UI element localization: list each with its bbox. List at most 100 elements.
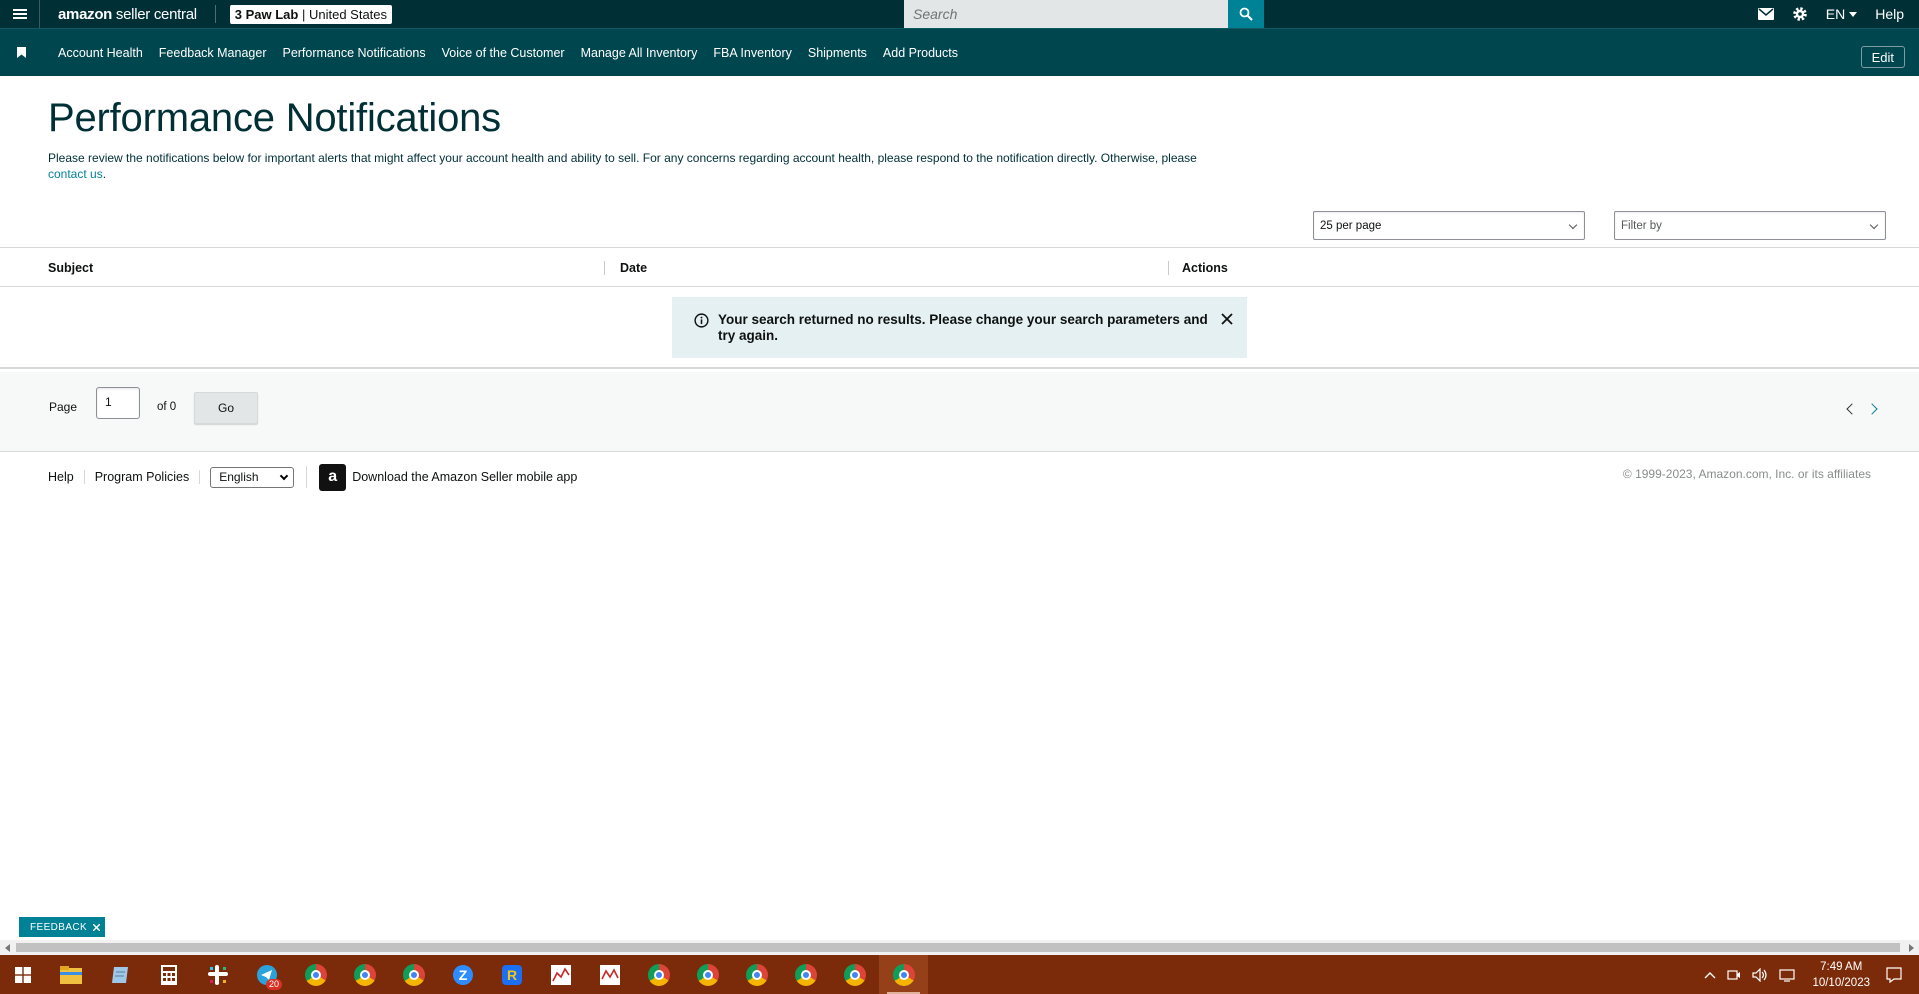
notifications-icon[interactable] bbox=[1886, 966, 1902, 983]
chevron-down-icon bbox=[1849, 11, 1858, 17]
footer-help-link[interactable]: Help bbox=[48, 470, 85, 484]
chrome-icon[interactable] bbox=[291, 955, 340, 994]
chrome-icon[interactable] bbox=[389, 955, 438, 994]
footer-divider bbox=[306, 466, 308, 488]
gear-icon[interactable] bbox=[1792, 6, 1808, 22]
nav-voice-of-customer[interactable]: Voice of the Customer bbox=[442, 46, 565, 60]
column-header-actions: Actions bbox=[1182, 261, 1228, 275]
go-button[interactable]: Go bbox=[194, 392, 258, 424]
close-icon[interactable] bbox=[1221, 313, 1233, 325]
no-results-alert: Your search returned no results. Please … bbox=[672, 297, 1247, 358]
meet-now-icon[interactable] bbox=[1727, 968, 1741, 982]
per-page-select[interactable]: 25 per page bbox=[1313, 211, 1585, 240]
chrome-icon[interactable] bbox=[634, 955, 683, 994]
zoom-icon[interactable]: Z bbox=[438, 955, 487, 994]
notification-badge: 20 bbox=[265, 979, 282, 990]
clock-time: 7:49 AM bbox=[1820, 960, 1863, 973]
search-button[interactable] bbox=[1228, 0, 1264, 28]
search-input[interactable]: Search bbox=[904, 0, 1228, 28]
chevron-down-icon bbox=[1568, 220, 1578, 230]
clock-date: 10/10/2023 bbox=[1812, 976, 1870, 989]
chevron-right-icon[interactable] bbox=[1866, 403, 1878, 415]
chrome-icon[interactable] bbox=[340, 955, 389, 994]
store-switcher[interactable]: 3 Paw Lab | United States bbox=[229, 4, 393, 24]
chart-app-icon[interactable] bbox=[536, 955, 585, 994]
program-policies-link[interactable]: Program Policies bbox=[95, 470, 201, 484]
scrollbar-thumb[interactable] bbox=[16, 943, 1900, 952]
windows-taskbar: 20 Z R 7:49 AM 10/10/2023 bbox=[0, 955, 1919, 994]
close-icon[interactable] bbox=[93, 923, 101, 931]
nav-account-health[interactable]: Account Health bbox=[58, 46, 143, 60]
pagination-bar: Page 1 of 0 Go bbox=[0, 372, 1919, 452]
system-clock[interactable]: 7:49 AM 10/10/2023 bbox=[1812, 959, 1870, 991]
chrome-icon[interactable] bbox=[683, 955, 732, 994]
amazon-app-icon[interactable]: a bbox=[319, 463, 347, 491]
telegram-icon[interactable]: 20 bbox=[242, 955, 291, 994]
mail-icon[interactable] bbox=[1757, 8, 1774, 20]
column-divider bbox=[604, 261, 605, 275]
nav-fba-inventory[interactable]: FBA Inventory bbox=[713, 46, 792, 60]
bookmark-icon[interactable] bbox=[0, 47, 42, 58]
filter-select[interactable]: Filter by bbox=[1614, 211, 1886, 240]
page-label: Page bbox=[49, 400, 78, 414]
network-icon[interactable] bbox=[1779, 968, 1796, 982]
scroll-right-icon[interactable] bbox=[1909, 944, 1914, 952]
r-app-icon[interactable]: R bbox=[487, 955, 536, 994]
svg-text:Z: Z bbox=[458, 967, 467, 983]
seller-central-logo[interactable]: amazon seller central bbox=[58, 6, 197, 23]
bookmark-nav-bar: Account Health Feedback Manager Performa… bbox=[0, 28, 1919, 76]
edit-nav-button[interactable]: Edit bbox=[1860, 46, 1905, 68]
calculator-icon[interactable] bbox=[144, 955, 193, 994]
volume-icon[interactable] bbox=[1752, 967, 1768, 982]
page-description: Please review the notifications below fo… bbox=[48, 151, 1197, 181]
slack-icon[interactable] bbox=[193, 955, 242, 994]
search-icon bbox=[1239, 7, 1253, 21]
column-divider bbox=[1168, 261, 1169, 275]
nav-add-products[interactable]: Add Products bbox=[883, 46, 958, 60]
contact-us-link[interactable]: contact us bbox=[48, 167, 103, 181]
hamburger-menu-icon[interactable] bbox=[0, 0, 40, 28]
nav-performance-notifications[interactable]: Performance Notifications bbox=[282, 46, 425, 60]
chevron-down-icon bbox=[279, 471, 289, 480]
chrome-icon-active[interactable] bbox=[879, 955, 928, 994]
column-header-subject[interactable]: Subject bbox=[48, 261, 93, 275]
help-link[interactable]: Help bbox=[1875, 6, 1904, 22]
download-app-link[interactable]: Download the Amazon Seller mobile app bbox=[352, 470, 577, 484]
chrome-icon[interactable] bbox=[732, 955, 781, 994]
chevron-left-icon[interactable] bbox=[1846, 403, 1858, 415]
top-header: amazon seller central 3 Paw Lab | United… bbox=[0, 0, 1919, 28]
copyright-text: © 1999-2023, Amazon.com, Inc. or its aff… bbox=[1622, 467, 1871, 481]
feedback-tab[interactable]: FEEDBACK bbox=[19, 917, 106, 937]
column-header-date[interactable]: Date bbox=[620, 261, 647, 275]
system-tray: 7:49 AM 10/10/2023 bbox=[1704, 955, 1919, 994]
table-body: Your search returned no results. Please … bbox=[0, 287, 1919, 369]
footer-language-select[interactable]: English bbox=[210, 466, 295, 488]
info-icon bbox=[694, 313, 709, 328]
scroll-left-icon[interactable] bbox=[5, 944, 10, 952]
search-bar: Search bbox=[904, 0, 1264, 28]
chevron-up-icon[interactable] bbox=[1704, 971, 1716, 979]
horizontal-scrollbar[interactable] bbox=[0, 940, 1919, 955]
chevron-down-icon bbox=[1869, 220, 1879, 230]
windows-start-icon[interactable] bbox=[0, 955, 46, 994]
notepad-icon[interactable] bbox=[95, 955, 144, 994]
chrome-icon[interactable] bbox=[830, 955, 879, 994]
language-selector[interactable]: EN bbox=[1826, 6, 1858, 22]
chrome-icon[interactable] bbox=[781, 955, 830, 994]
header-divider bbox=[214, 5, 216, 23]
table-header: Subject Date Actions bbox=[0, 247, 1919, 287]
notifications-table: Subject Date Actions Your search returne… bbox=[0, 247, 1919, 369]
header-actions: EN Help bbox=[1757, 0, 1904, 28]
chart-app-icon[interactable] bbox=[585, 955, 634, 994]
file-explorer-icon[interactable] bbox=[46, 955, 95, 994]
nav-manage-all-inventory[interactable]: Manage All Inventory bbox=[581, 46, 698, 60]
no-results-message: Your search returned no results. Please … bbox=[718, 312, 1208, 343]
nav-links: Account Health Feedback Manager Performa… bbox=[58, 46, 958, 60]
page-number-input[interactable]: 1 bbox=[96, 387, 140, 419]
nav-feedback-manager[interactable]: Feedback Manager bbox=[159, 46, 267, 60]
svg-text:R: R bbox=[506, 967, 516, 983]
app-root: amazon seller central 3 Paw Lab | United… bbox=[0, 0, 1919, 994]
nav-shipments[interactable]: Shipments bbox=[808, 46, 867, 60]
store-region: United States bbox=[308, 6, 388, 22]
page-total: of 0 bbox=[157, 401, 177, 413]
